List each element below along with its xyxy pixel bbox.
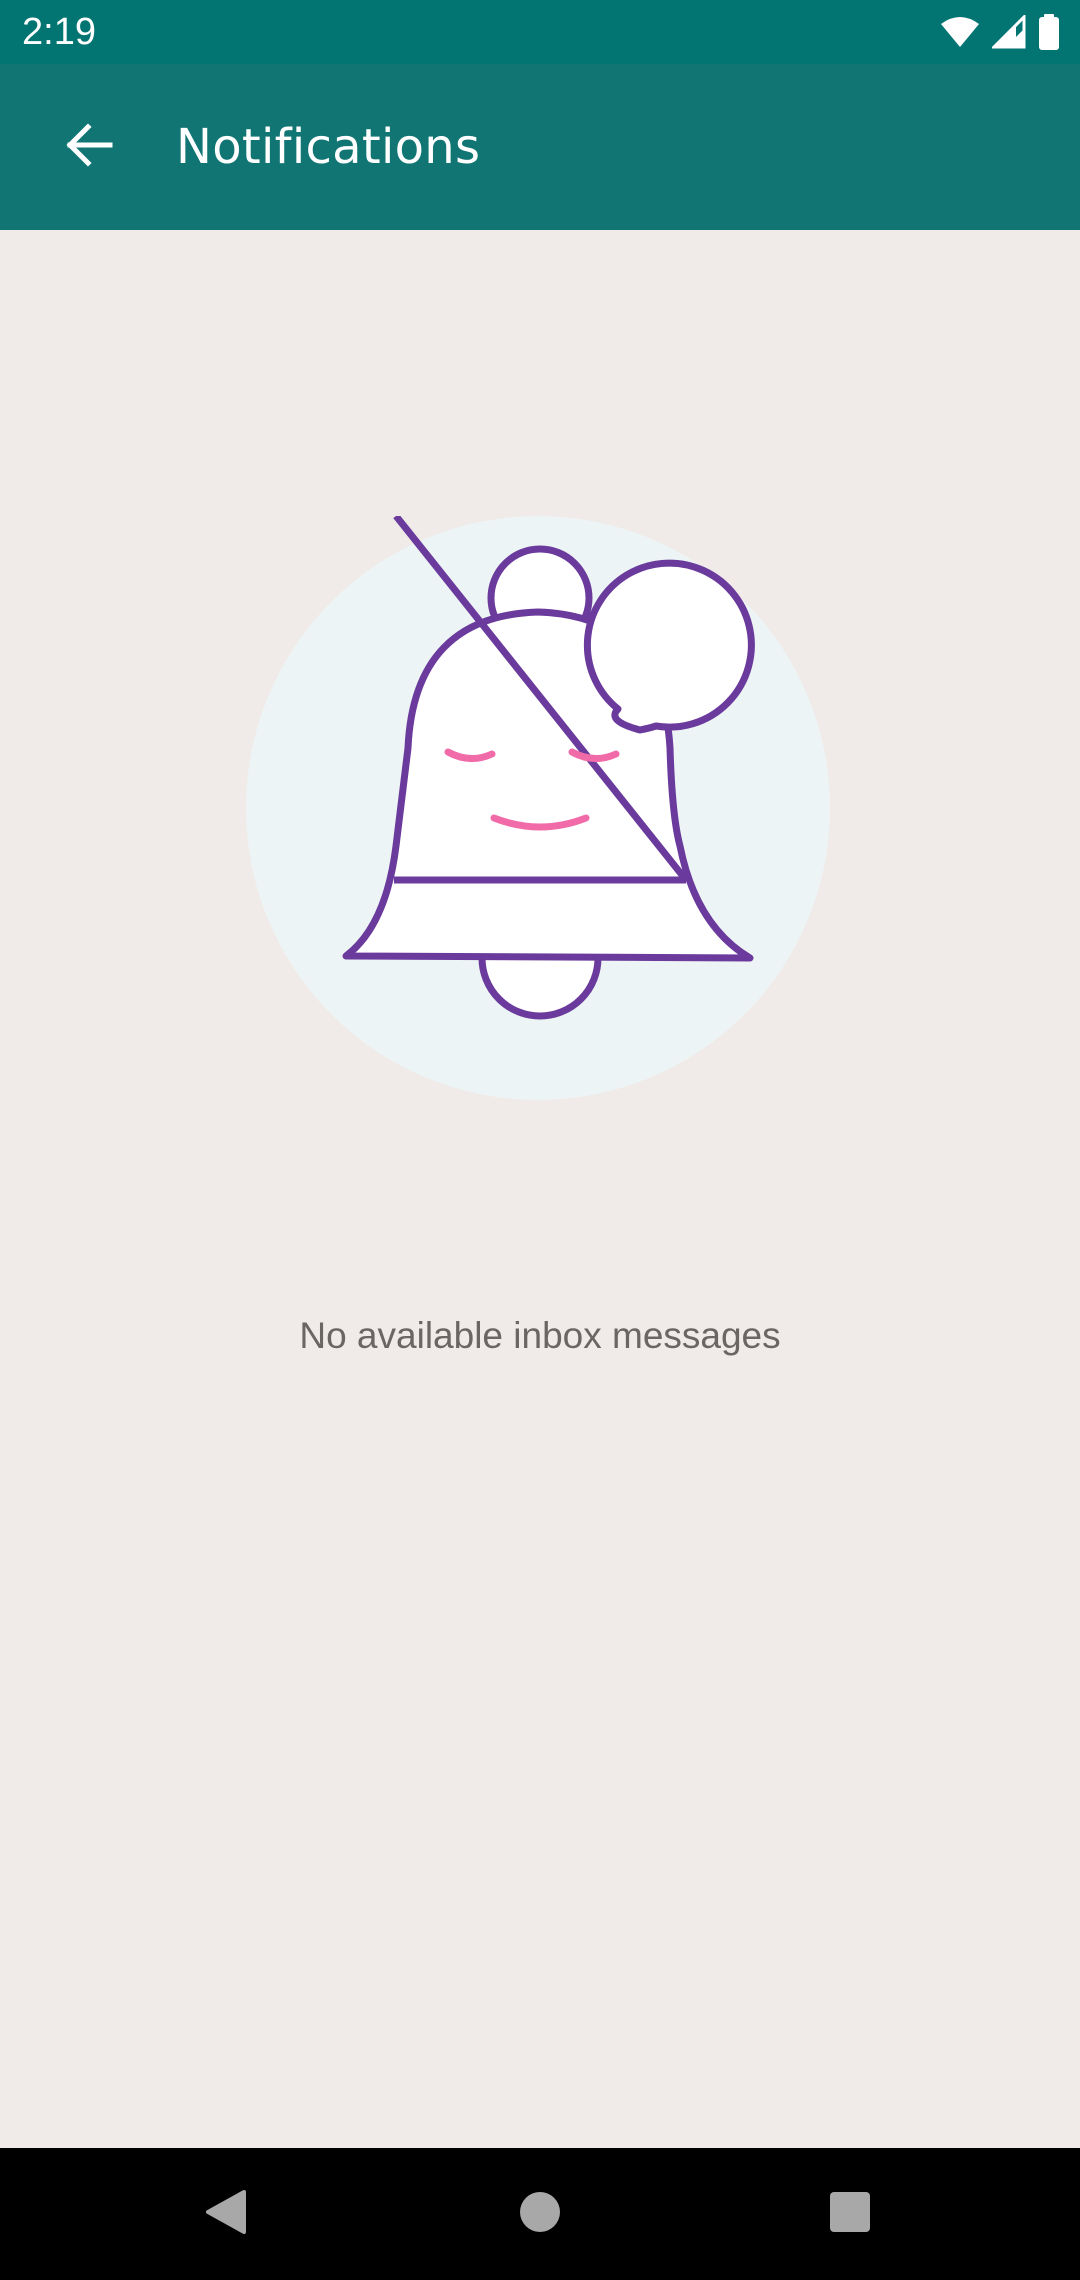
empty-state-message: No available inbox messages: [299, 1315, 781, 1356]
status-icons: [940, 12, 1060, 52]
app-bar: Notifications: [0, 64, 1080, 230]
home-circle-icon: [518, 2190, 562, 2239]
wifi-icon: [940, 16, 980, 48]
back-button[interactable]: [40, 107, 136, 187]
status-bar: 2:19: [0, 0, 1080, 64]
back-triangle-icon: [204, 2188, 248, 2241]
page-title: Notifications: [176, 119, 481, 175]
arrow-left-icon: [62, 119, 114, 176]
nav-back-button[interactable]: [186, 2174, 266, 2254]
nav-recents-button[interactable]: [810, 2174, 890, 2254]
bell-illustration: [246, 513, 830, 1100]
recents-square-icon: [828, 2190, 872, 2239]
status-time: 2:19: [22, 11, 96, 53]
signal-icon: [992, 15, 1026, 49]
speech-bubble: [583, 559, 755, 734]
battery-icon: [1038, 14, 1060, 50]
nav-home-button[interactable]: [500, 2174, 580, 2254]
system-nav-bar: [0, 2148, 1080, 2280]
